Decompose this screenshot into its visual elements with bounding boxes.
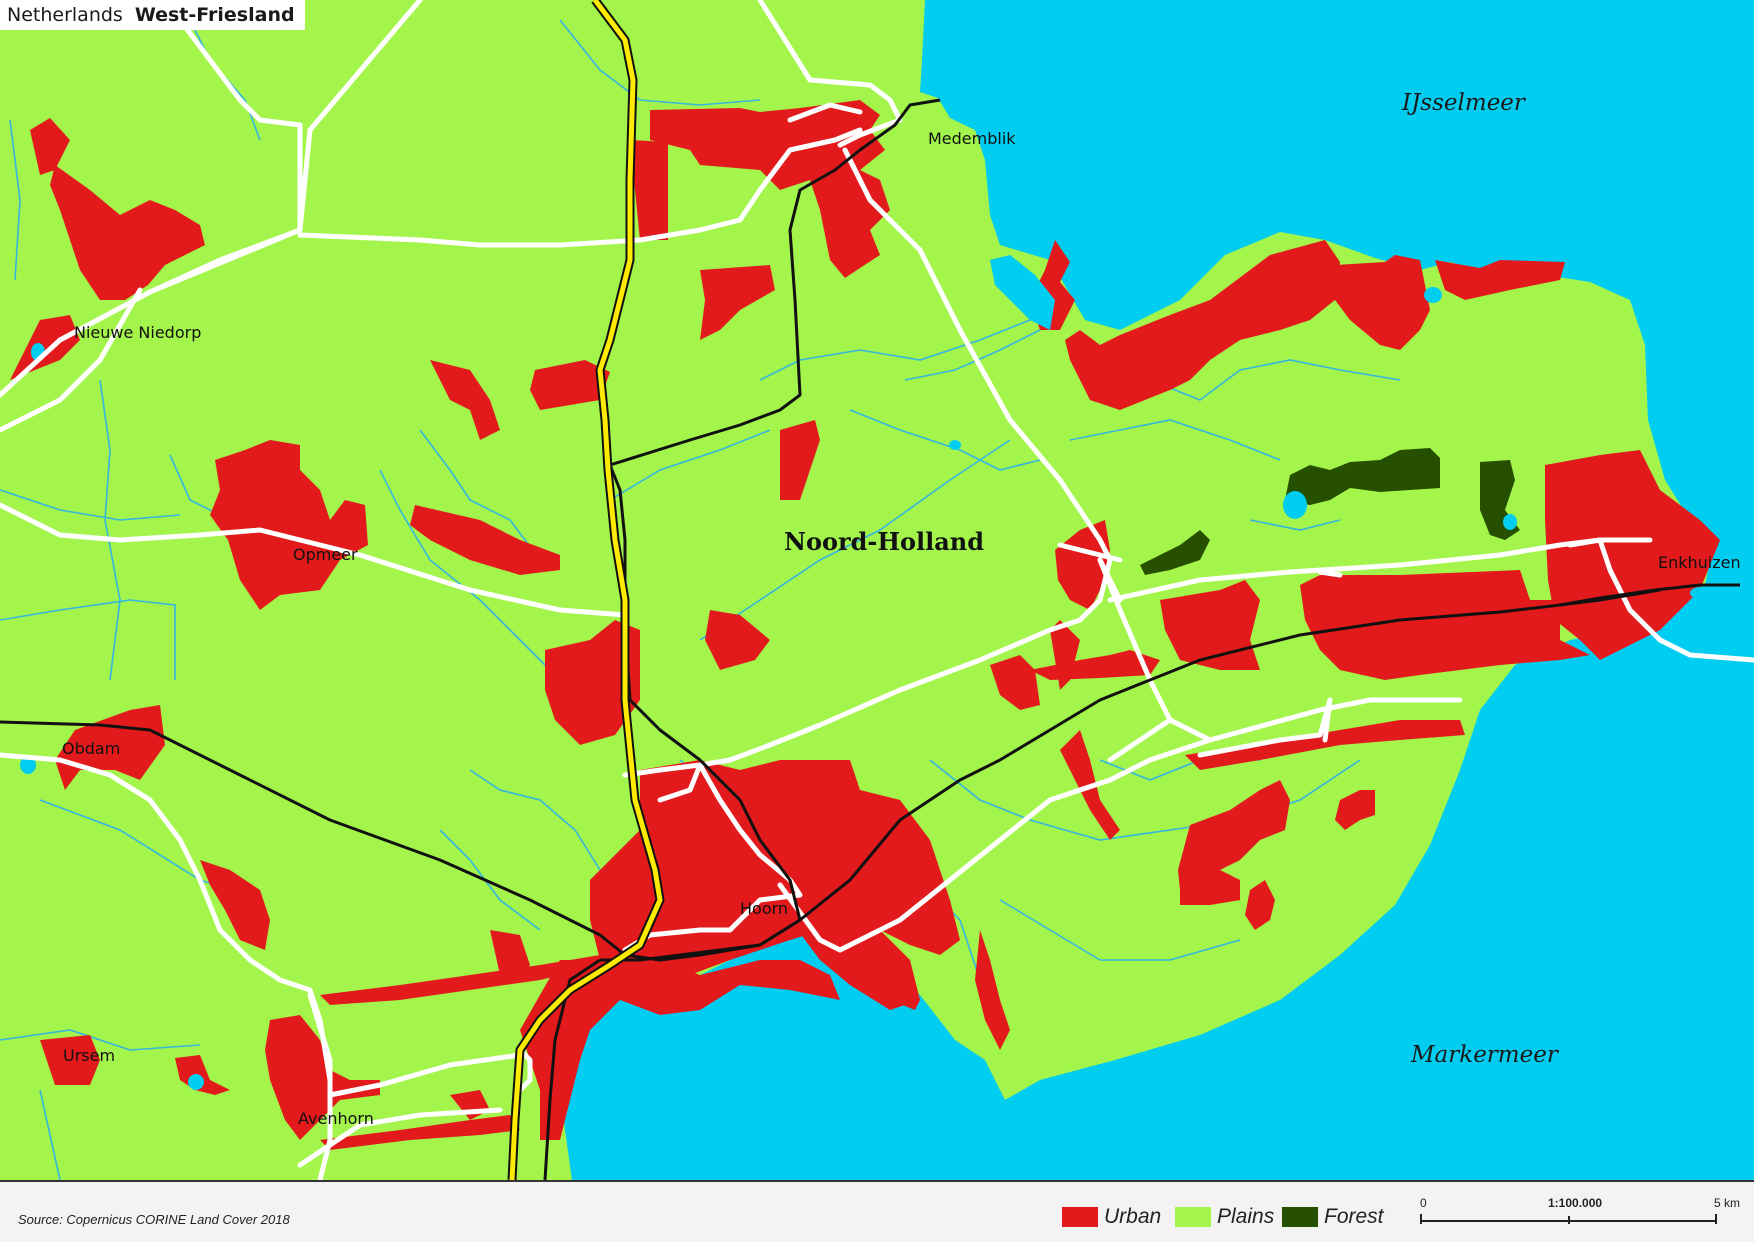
- scale-bar: 0 1:100.000 5 km: [1420, 1196, 1740, 1236]
- legend-item-plains: Plains: [1175, 1205, 1274, 1229]
- map-area[interactable]: Medemblik Nieuwe Niedorp Opmeer Obdam Ho…: [0, 0, 1754, 1180]
- scale-tick-end: [1715, 1214, 1717, 1224]
- water-label-ijsselmeer: IJsselmeer: [1401, 90, 1527, 116]
- legend-swatch-plains: [1175, 1207, 1211, 1227]
- place-medemblik: Medemblik: [928, 129, 1016, 148]
- region-name: West-Friesland: [134, 4, 295, 26]
- legend-swatch-forest: [1282, 1207, 1318, 1227]
- scale-tick-start: [1420, 1214, 1422, 1224]
- place-hoorn: Hoorn: [740, 899, 788, 918]
- place-ursem: Ursem: [63, 1046, 115, 1065]
- scale-start-label: 0: [1420, 1196, 1427, 1210]
- legend-label-forest: Forest: [1324, 1205, 1384, 1228]
- place-enkhuizen: Enkhuizen: [1658, 553, 1741, 572]
- place-nieuwe-niedorp: Nieuwe Niedorp: [74, 323, 201, 342]
- legend-swatch-urban: [1062, 1207, 1098, 1227]
- legend-label-urban: Urban: [1104, 1205, 1162, 1228]
- map-footer: Source: Copernicus CORINE Land Cover 201…: [0, 1180, 1754, 1242]
- scale-end-label: 5 km: [1714, 1196, 1741, 1210]
- legend-item-urban: Urban: [1062, 1205, 1161, 1229]
- scale-ratio-label: 1:100.000: [1548, 1196, 1603, 1210]
- legend-item-forest: Forest: [1282, 1205, 1384, 1229]
- source-credit: Source: Copernicus CORINE Land Cover 201…: [18, 1212, 290, 1227]
- scale-tick-mid: [1568, 1216, 1570, 1224]
- legend-label-plains: Plains: [1217, 1205, 1275, 1228]
- province-label: Noord-Holland: [784, 527, 984, 556]
- country-name: Netherlands: [7, 4, 123, 26]
- map-canvas: Medemblik Nieuwe Niedorp Opmeer Obdam Ho…: [0, 0, 1754, 1180]
- water-label-markermeer: Markermeer: [1410, 1042, 1560, 1068]
- place-opmeer: Opmeer: [293, 545, 358, 564]
- place-avenhorn: Avenhorn: [298, 1109, 374, 1128]
- map-title: Netherlands West-Friesland: [0, 0, 305, 30]
- place-obdam: Obdam: [62, 739, 120, 758]
